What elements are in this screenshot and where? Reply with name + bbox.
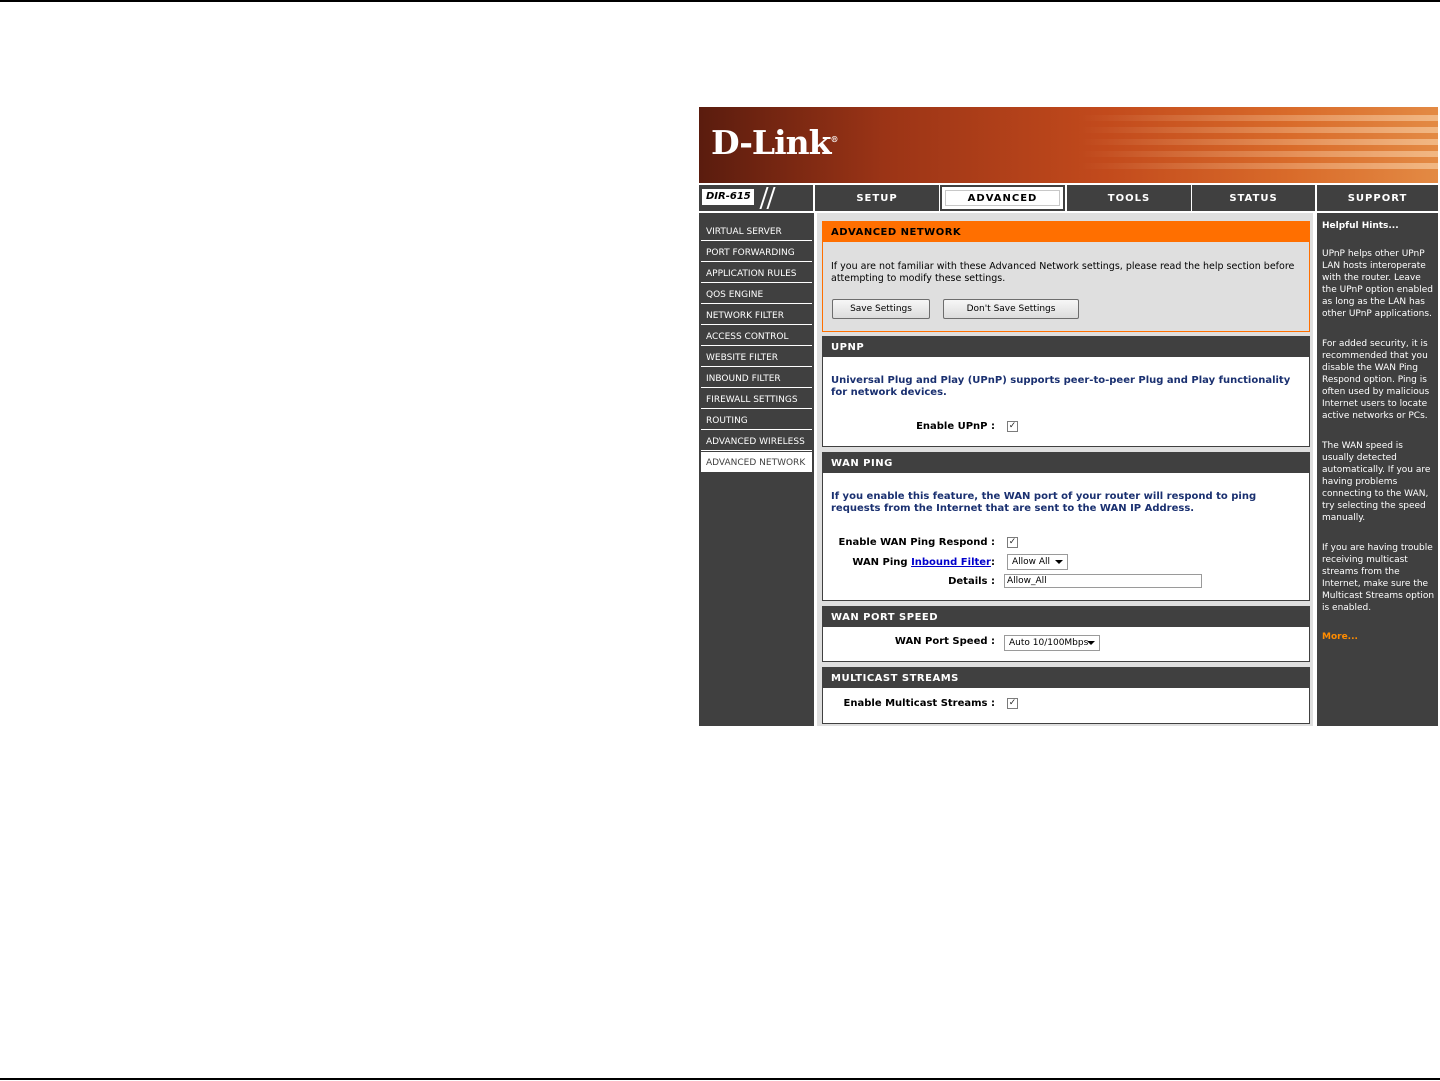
main-content: ADVANCED NETWORK If you are not familiar… [817,213,1313,726]
tab-tools[interactable]: TOOLS [1067,185,1191,211]
wan-ping-respond-checkbox[interactable]: ✓ [1007,537,1018,548]
section-title: ADVANCED NETWORK [823,222,1309,242]
sidebar-item-routing[interactable]: ROUTING [701,410,812,430]
multicast-streams-section: MULTICAST STREAMS Enable Multicast Strea… [822,667,1310,724]
sidebar-item-virtual-server[interactable]: VIRTUAL SERVER [701,221,812,241]
details-label: Details : [948,576,995,587]
tab-setup[interactable]: SETUP [815,185,939,211]
hint-upnp: UPnP helps other UPnP LAN hosts interope… [1322,249,1434,319]
sidebar: VIRTUAL SERVER PORT FORWARDING APPLICATI… [699,213,814,726]
advanced-network-section: ADVANCED NETWORK If you are not familiar… [822,221,1310,332]
wan-port-speed-section: WAN PORT SPEED WAN Port Speed : Auto 10/… [822,606,1310,662]
section-title: WAN PORT SPEED [823,607,1309,627]
bottom-rule [0,1078,1440,1080]
sidebar-item-application-rules[interactable]: APPLICATION RULES [701,263,812,283]
upnp-description: Universal Plug and Play (UPnP) supports … [831,375,1291,398]
sidebar-item-inbound-filter[interactable]: INBOUND FILTER [701,368,812,388]
details-field[interactable]: Allow_All [1004,574,1202,588]
slash-decoration [766,187,776,209]
sidebar-item-access-control[interactable]: ACCESS CONTROL [701,326,812,346]
sidebar-item-advanced-network[interactable]: ADVANCED NETWORK [701,452,812,472]
hint-wan-ping: For added security, it is recommended th… [1322,339,1430,421]
sidebar-item-firewall-settings[interactable]: FIREWALL SETTINGS [701,389,812,409]
section-title: UPNP [823,337,1309,357]
multicast-streams-label: Enable Multicast Streams : [843,698,995,709]
more-hints-link[interactable]: More... [1322,632,1358,642]
hint-multicast: If you are having trouble receiving mult… [1322,543,1435,613]
hint-wan-speed: The WAN speed is usually detected automa… [1322,441,1431,523]
section-title: WAN PING [823,453,1309,473]
chevron-down-icon [1055,560,1063,564]
dont-save-settings-button[interactable]: Don't Save Settings [943,299,1079,319]
wan-ping-description: If you enable this feature, the WAN port… [831,491,1257,514]
enable-upnp-label: Enable UPnP : [916,421,995,432]
wan-ping-respond-label: Enable WAN Ping Respond : [838,537,995,548]
tab-status[interactable]: STATUS [1192,185,1315,211]
sidebar-item-qos-engine[interactable]: QOS ENGINE [701,284,812,304]
inbound-filter-link[interactable]: Inbound Filter [911,557,991,568]
sidebar-item-advanced-wireless[interactable]: ADVANCED WIRELESS [701,431,812,451]
sidebar-item-network-filter[interactable]: NETWORK FILTER [701,305,812,325]
wan-ping-inbound-filter-label: WAN Ping Inbound Filter: [852,557,995,568]
dlink-banner: D-Link® [699,107,1438,183]
model-badge: DIR-615 [699,185,813,211]
router-admin-page: D-Link® DIR-615 SETUP ADVANCED TOOLS STA… [699,107,1438,726]
model-label: DIR-615 [702,189,754,205]
top-rule [0,0,1440,2]
dlink-logo: D-Link® [711,123,839,162]
wan-ping-filter-select[interactable]: Allow All [1007,554,1068,570]
hints-title: Helpful Hints... [1322,221,1399,231]
section-title: MULTICAST STREAMS [823,668,1309,688]
enable-upnp-checkbox[interactable]: ✓ [1007,421,1018,432]
wan-port-speed-select[interactable]: Auto 10/100Mbps [1004,635,1100,651]
tab-support[interactable]: SUPPORT [1317,185,1438,211]
sidebar-item-port-forwarding[interactable]: PORT FORWARDING [701,242,812,262]
chevron-down-icon [1087,641,1095,645]
wan-port-speed-label: WAN Port Speed : [894,636,995,647]
upnp-section: UPNP Universal Plug and Play (UPnP) supp… [822,336,1310,447]
sidebar-item-website-filter[interactable]: WEBSITE FILTER [701,347,812,367]
save-settings-button[interactable]: Save Settings [832,299,930,319]
tab-advanced[interactable]: ADVANCED [940,185,1065,211]
multicast-streams-checkbox[interactable]: ✓ [1007,698,1018,709]
intro-text: If you are not familiar with these Advan… [831,261,1295,284]
top-navigation: DIR-615 SETUP ADVANCED TOOLS STATUS SUPP… [699,185,1438,211]
helpful-hints-panel: Helpful Hints... UPnP helps other UPnP L… [1317,213,1438,726]
wan-ping-section: WAN PING If you enable this feature, the… [822,452,1310,601]
